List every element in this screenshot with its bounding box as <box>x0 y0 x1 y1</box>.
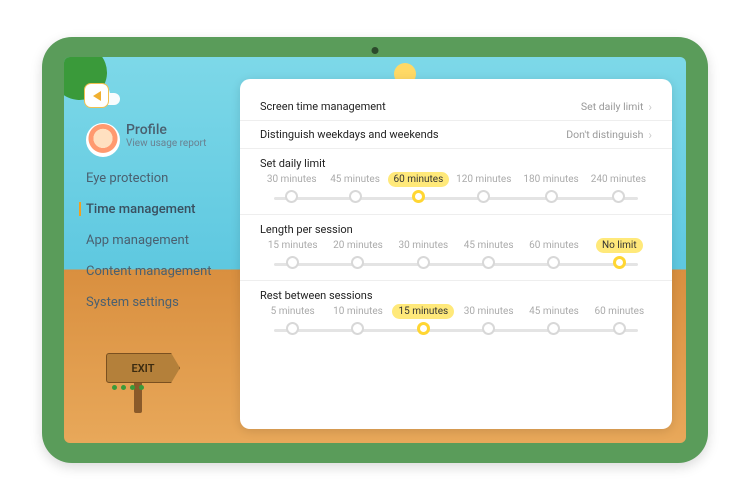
slider-knob[interactable] <box>351 256 364 269</box>
option-label: 180 minutes <box>517 172 584 187</box>
section-title: Length per session <box>260 223 652 236</box>
slider-option[interactable]: 60 minutes <box>521 238 586 269</box>
slider-row[interactable]: 15 minutes20 minutes30 minutes 45 minutes… <box>260 238 652 278</box>
sidebar-menu: Eye protection Time management App manag… <box>86 169 212 312</box>
option-label: 45 minutes <box>458 238 520 253</box>
section-title: Set daily limit <box>260 157 652 170</box>
slider-option[interactable]: No limit <box>587 238 652 269</box>
slider-option[interactable]: 30 minutes <box>456 304 521 335</box>
option-label: 60 minutes <box>388 172 450 187</box>
slider-knob[interactable] <box>613 256 626 269</box>
option-label: 30 minutes <box>261 172 323 187</box>
option-label: 15 minutes <box>392 304 454 319</box>
option-label: 15 minutes <box>262 238 324 253</box>
slider-option[interactable]: 120 minutes <box>450 172 517 203</box>
row-label: Distinguish weekdays and weekends <box>260 128 439 141</box>
slider-option[interactable]: 240 minutes <box>585 172 652 203</box>
option-label: No limit <box>596 238 643 253</box>
option-label: 45 minutes <box>523 304 585 319</box>
option-label: 120 minutes <box>450 172 517 187</box>
slider-option[interactable]: 30 minutes <box>391 238 456 269</box>
exit-sign[interactable]: EXIT <box>100 353 180 413</box>
slider-knob[interactable] <box>349 190 362 203</box>
slider-option[interactable]: 45 minutes <box>521 304 586 335</box>
slider-knob[interactable] <box>286 256 299 269</box>
option-label: 5 minutes <box>265 304 321 319</box>
row-value: Set daily limit › <box>581 100 652 114</box>
slider-knob[interactable] <box>547 322 560 335</box>
vine-decoration <box>110 375 170 385</box>
slider-knob[interactable] <box>351 322 364 335</box>
divider <box>240 280 672 281</box>
slider-option[interactable]: 10 minutes <box>325 304 390 335</box>
camera-dot <box>372 47 379 54</box>
option-label: 60 minutes <box>523 238 585 253</box>
slider-option[interactable]: 180 minutes <box>517 172 584 203</box>
option-label: 10 minutes <box>327 304 389 319</box>
option-label: 30 minutes <box>392 238 454 253</box>
chevron-right-icon: › <box>648 100 652 114</box>
screen: Profile View usage report Eye protection… <box>64 57 686 443</box>
option-label: 20 minutes <box>327 238 389 253</box>
avatar[interactable] <box>86 123 120 157</box>
slider-option[interactable]: 60 minutes <box>587 304 652 335</box>
tablet-frame: Profile View usage report Eye protection… <box>42 37 708 463</box>
row-distinguish[interactable]: Distinguish weekdays and weekends Don't … <box>260 121 652 148</box>
menu-eye-protection[interactable]: Eye protection <box>86 169 212 188</box>
exit-label: EXIT <box>132 362 155 375</box>
slider-knob[interactable] <box>417 256 430 269</box>
slider-knob[interactable] <box>482 256 495 269</box>
divider <box>240 214 672 215</box>
slider-option[interactable]: 5 minutes <box>260 304 325 335</box>
menu-content-management[interactable]: Content management <box>86 262 212 281</box>
chevron-right-icon: › <box>648 128 652 142</box>
section-title: Rest between sessions <box>260 289 652 302</box>
profile-block[interactable]: Profile View usage report <box>126 122 206 149</box>
row-value: Don't distinguish › <box>566 128 652 142</box>
slider-option[interactable]: 60 minutes <box>387 172 450 203</box>
menu-time-management[interactable]: Time management <box>86 200 212 219</box>
slider-knob[interactable] <box>286 322 299 335</box>
slider-option[interactable]: 45 minutes <box>323 172 386 203</box>
slider-option[interactable]: 20 minutes <box>325 238 390 269</box>
option-label: 30 minutes <box>458 304 520 319</box>
back-arrow-icon <box>93 91 101 101</box>
slider-option[interactable]: 45 minutes <box>456 238 521 269</box>
slider-row[interactable]: 5 minutes 10 minutes15 minutes 30 minutes4… <box>260 304 652 344</box>
settings-panel: Screen time management Set daily limit ›… <box>240 79 672 429</box>
option-label: 45 minutes <box>324 172 386 187</box>
slider-option[interactable]: 30 minutes <box>260 172 323 203</box>
slider-knob[interactable] <box>547 256 560 269</box>
row-label: Screen time management <box>260 100 386 113</box>
slider-knob[interactable] <box>477 190 490 203</box>
profile-subtitle: View usage report <box>126 138 206 149</box>
slider-knob[interactable] <box>285 190 298 203</box>
slider-knob[interactable] <box>482 322 495 335</box>
back-button[interactable] <box>84 83 109 108</box>
option-label: 240 minutes <box>585 172 652 187</box>
slider-knob[interactable] <box>412 190 425 203</box>
menu-app-management[interactable]: App management <box>86 231 212 250</box>
option-label: 60 minutes <box>588 304 650 319</box>
menu-system-settings[interactable]: System settings <box>86 293 212 312</box>
row-screen-time[interactable]: Screen time management Set daily limit › <box>260 93 652 120</box>
slider-knob[interactable] <box>613 322 626 335</box>
slider-knob[interactable] <box>417 322 430 335</box>
slider-row[interactable]: 30 minutes45 minutes60 minutes120 minute… <box>260 172 652 212</box>
slider-knob[interactable] <box>545 190 558 203</box>
slider-option[interactable]: 15 minutes <box>391 304 456 335</box>
slider-knob[interactable] <box>612 190 625 203</box>
profile-title: Profile <box>126 122 206 138</box>
slider-option[interactable]: 15 minutes <box>260 238 325 269</box>
